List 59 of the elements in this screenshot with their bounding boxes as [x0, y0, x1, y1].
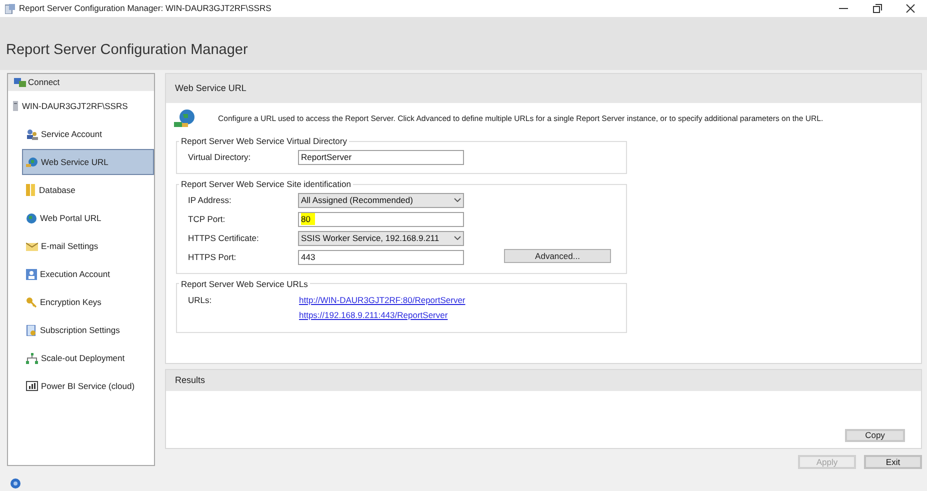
chevron-down-icon — [454, 198, 461, 202]
connect-button[interactable]: Connect — [8, 74, 154, 91]
connect-icon — [14, 78, 26, 88]
window-title: Report Server Configuration Manager: WIN-DAUR3GJT2RF\SSRS — [19, 2, 272, 15]
field-value: ReportServer — [301, 150, 352, 164]
sidebar-item[interactable]: Database — [22, 177, 154, 203]
field-label: URLs: — [187, 294, 213, 308]
globe-icon — [174, 109, 196, 129]
document-icon — [26, 324, 37, 336]
field-label: TCP Port: — [187, 212, 226, 226]
field-value: All Assigned (Recommended) — [301, 194, 413, 206]
field-value: 80 — [301, 212, 316, 226]
advanced-button[interactable]: Advanced... — [504, 248, 611, 262]
globe-icon — [26, 156, 38, 168]
panel-title: Results — [175, 374, 206, 387]
app-icon — [5, 4, 15, 14]
input-field[interactable]: ReportServer — [298, 150, 464, 165]
server-icon — [13, 101, 18, 111]
app-title: Report Server Configuration Manager — [6, 41, 248, 60]
user-icon — [26, 268, 37, 280]
database-icon — [26, 184, 36, 196]
input-field[interactable]: 443 — [298, 250, 464, 264]
server-name: WIN-DAUR3GJT2RF\SSRS — [22, 100, 128, 112]
users-icon — [26, 128, 38, 140]
sidebar-item[interactable]: Encryption Keys — [22, 289, 154, 315]
group-title: Report Server Web Service Virtual Directory — [180, 135, 348, 148]
input-field[interactable]: 80 — [298, 212, 464, 226]
dropdown[interactable]: All Assigned (Recommended) — [298, 192, 464, 208]
field-label: HTTPS Port: — [187, 250, 238, 264]
panel-title: Web Service URL — [175, 82, 246, 95]
chevron-down-icon — [454, 236, 461, 240]
field-label: HTTPS Certificate: — [187, 232, 260, 244]
network-icon — [26, 352, 38, 364]
close-icon[interactable] — [906, 4, 915, 13]
dropdown[interactable]: SSIS Worker Service, 192.168.9.211 — [298, 230, 464, 246]
field-label: Virtual Directory: — [187, 150, 252, 164]
field-value: 443 — [301, 250, 316, 264]
group-title: Report Server Web Service URLs — [180, 278, 309, 290]
group-title: Report Server Web Service Site identification — [180, 178, 352, 190]
globe-icon — [26, 212, 37, 224]
copy-button[interactable]: Copy — [845, 429, 905, 442]
sidebar-item[interactable]: Execution Account — [22, 261, 154, 287]
sidebar-item[interactable]: Scale-out Deployment — [22, 345, 154, 371]
sidebar-item[interactable]: Service Account — [22, 121, 154, 147]
footer-button[interactable]: Exit — [864, 455, 922, 469]
sidebar-item[interactable]: Subscription Settings — [22, 317, 154, 343]
sidebar-item[interactable]: Web Portal URL — [22, 205, 154, 231]
envelope-icon — [26, 241, 38, 251]
field-label: IP Address: — [187, 194, 232, 206]
field-value: SSIS Worker Service, 192.168.9.211 — [301, 232, 440, 244]
key-icon — [26, 296, 37, 308]
url-link[interactable]: http://WIN-DAUR3GJT2RF:80/ReportServer — [299, 294, 466, 307]
url-link[interactable]: https://192.168.9.211:443/ReportServer — [299, 309, 466, 322]
sidebar-item[interactable]: E-mail Settings — [22, 233, 154, 259]
restore-icon[interactable] — [873, 4, 882, 13]
minimize-icon[interactable] — [839, 8, 848, 10]
sidebar-item[interactable]: Web Service URL — [22, 149, 154, 175]
bar-chart-icon — [26, 381, 38, 391]
sidebar-item[interactable]: Power BI Service (cloud) — [22, 373, 154, 399]
